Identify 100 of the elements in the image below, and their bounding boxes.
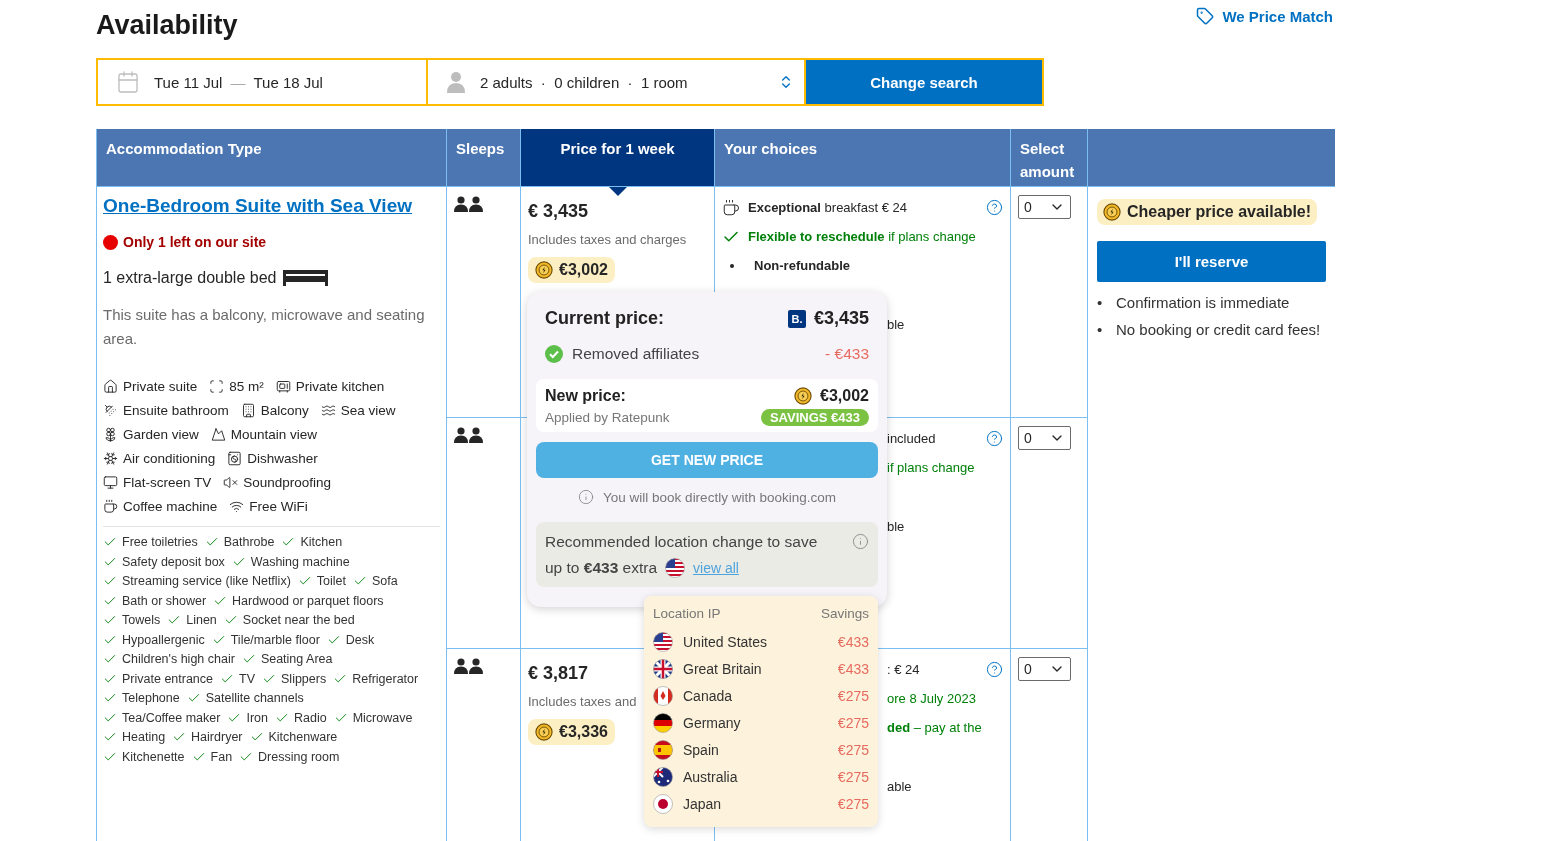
price-text: € 3,435 [528,201,589,222]
help-icon[interactable] [986,199,1003,216]
flag-icon [653,658,673,679]
check-icon [241,652,256,666]
facility-text: Flat-screen TV [123,475,212,490]
price-match-link[interactable]: We Price Match [1196,7,1333,25]
room-name-link[interactable]: One-Bedroom Suite with Sea View [103,195,412,217]
two-persons-icon [454,658,483,674]
new-price: €3,002 [820,387,869,405]
amount-select[interactable]: 0 [1018,195,1071,219]
check-icon [103,613,117,627]
country-name[interactable]: Japan [683,795,828,812]
check-icon [103,574,117,588]
facility-text: Private kitchen [295,379,385,394]
price-text: € 3,817 [528,663,589,684]
amenity-text: Slippers [281,671,327,686]
amenity-text: Children's high chair [122,652,235,666]
savings-header: Savings [820,606,869,621]
country-name[interactable]: Canada [683,687,828,704]
amenity-text: Hardwood or parquet floors [232,593,384,608]
current-price-label: Current price: [545,308,665,329]
coin-icon [1103,203,1121,221]
waves-icon [320,403,336,418]
facility-text: 85 m² [229,379,264,394]
amount-select[interactable]: 0 [1018,657,1071,681]
amenity-text: Sofa [372,574,398,588]
facility-text: Free WiFi [249,499,308,514]
current-price: €3,435 [813,308,869,329]
check-icon [186,691,201,705]
amenity-text: Kitchen [300,535,343,549]
help-icon[interactable] [986,430,1003,447]
info-icon [578,489,595,505]
saving-amount: €275 [837,714,869,731]
bed-text: 1 extra-large double bed [103,269,277,287]
facility-text: Ensuite bathroom [123,403,229,418]
amenity-text: Dressing room [258,749,340,764]
amenity-text: Desk [345,632,375,647]
flag-icon [653,793,673,814]
reserve-button[interactable]: I'll reserve [1097,241,1326,282]
amenity-text: Satellite channels [205,691,304,705]
choice-text: able [887,779,912,794]
mountain-icon [210,427,226,442]
wifi-icon [229,499,245,514]
check-icon [281,535,296,549]
check-icon [103,535,117,549]
check-icon [103,691,117,705]
info-icon [852,533,869,550]
country-name[interactable]: United States [683,633,828,650]
choice-text: ble [887,317,905,332]
snowflake-icon [103,451,118,466]
country-name[interactable]: Great Britain [683,660,828,677]
facility-text: Mountain view [230,427,318,442]
flag-icon [653,631,673,652]
muted-speaker-icon [223,475,239,490]
amount-select[interactable]: 0 [1018,426,1071,450]
amenity-text: Free toiletries [122,535,198,549]
flag-icon [653,685,673,706]
choice-text: ded – pay at the [887,720,982,735]
amenity-text: Washing machine [250,554,350,569]
country-name[interactable]: Germany [683,714,828,731]
help-icon[interactable] [986,661,1003,678]
check-icon [103,730,117,744]
discount-amount: - €433 [825,345,869,363]
alert-dot [103,234,118,250]
amenity-text: Heating [122,730,166,744]
two-persons-icon [454,427,483,443]
saving-amount: €275 [837,795,869,812]
check-circle-icon [545,345,563,363]
column-header: Price for 1 week [521,129,714,186]
coin-icon [535,261,553,279]
booking-note: You will book directly with booking.com [603,489,836,505]
country-name[interactable]: Spain [683,741,828,758]
amenity-text: Kitchenware [268,730,338,744]
facility-text: Soundproofing [243,475,332,490]
provider-logo: B. [787,309,806,328]
choice-text: ore 8 July 2023 [887,691,976,706]
amenity-text: Bathrobe [223,535,275,549]
amenity-text: Radio [294,710,327,725]
amenity-text: Hairdryer [191,730,243,744]
choice-text: included [887,431,936,446]
country-name[interactable]: Australia [683,768,828,785]
facility-text: Dishwasher [247,451,318,466]
cup-icon [722,198,740,217]
amenity-text: Iron [246,710,268,725]
facility-text: Balcony [260,403,309,418]
recommendation-text: Recommended location change to save [545,532,818,552]
facility-text: Air conditioning [123,451,216,466]
coin-icon [794,387,813,405]
room-description: This suite has a balcony, microwave and seating area. [103,305,426,349]
location-header: Location IP [653,606,721,621]
saving-amount: €275 [837,687,869,704]
check-icon [167,613,182,627]
flag-icon [665,558,686,578]
column-header: Sleeps [447,129,520,186]
amenity-text: Linen [186,613,217,627]
choice-text: Flexible to reschedule if plans change [748,229,976,244]
bullet-dot [730,263,734,268]
facility-text: Coffee machine [123,499,218,514]
check-icon [103,652,117,666]
scarcity-text: Only 1 left on our site [123,234,267,250]
